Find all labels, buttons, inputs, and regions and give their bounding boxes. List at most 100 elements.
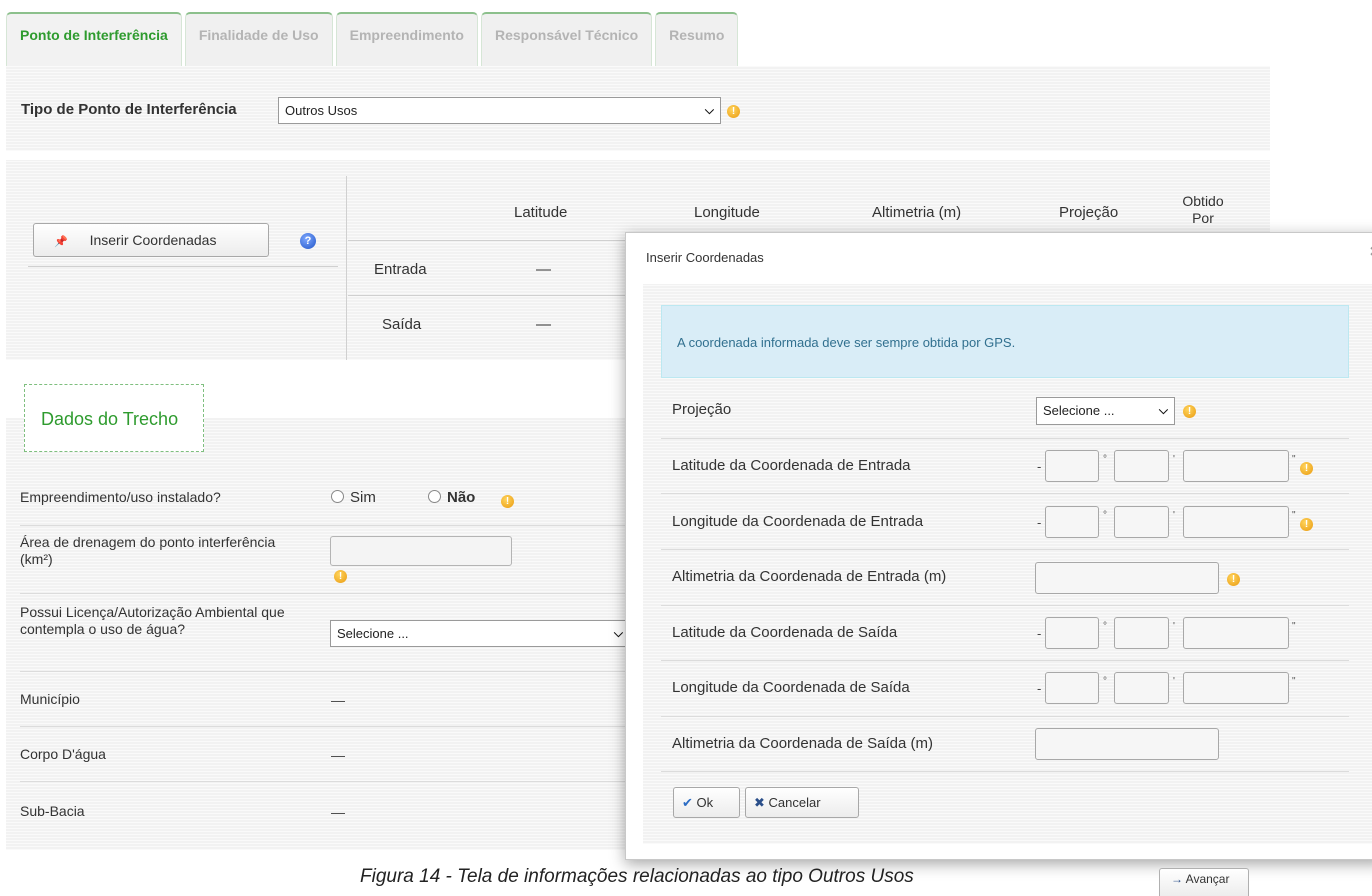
inserir-coordenadas-button[interactable]: 📌 Inserir Coordenadas [33,223,269,257]
second-symbol: " [1292,621,1296,632]
degree-symbol: ° [1103,676,1107,687]
minute-symbol: ' [1173,676,1175,687]
inserir-coordenadas-dialog: Inserir Coordenadas ✖ A coordenada infor… [625,232,1372,860]
divider [661,605,1349,606]
longitude-entrada-seconds[interactable] [1183,506,1289,538]
divider [661,438,1349,439]
latitude-entrada-minutes[interactable] [1114,450,1169,482]
tipo-ponto-panel: Tipo de Ponto de Interferência Outros Us… [6,66,1270,151]
chevron-down-icon: ⌵ [613,626,623,640]
tab-ponto-interferencia[interactable]: Ponto de Interferência [6,12,182,67]
inserir-coordenadas-label: Inserir Coordenadas [89,232,217,248]
degree-symbol: ° [1103,510,1107,521]
ok-label: Ok [696,795,714,810]
second-symbol: " [1292,676,1296,687]
x-icon: ✖ [754,795,765,810]
tab-finalidade-uso[interactable]: Finalidade de Uso [184,12,333,67]
help-icon[interactable]: ? [300,233,316,249]
longitude-saida-seconds[interactable] [1183,672,1289,704]
longitude-entrada-degrees[interactable] [1045,506,1099,538]
projecao-select[interactable]: Selecione ... ⌵ [1036,397,1175,425]
dados-trecho-title: Dados do Trecho [24,384,204,452]
minus-sign: - [1037,681,1042,696]
latitude-entrada-seconds[interactable] [1183,450,1289,482]
empreendimento-instalado-label: Empreendimento/uso instalado? [20,489,221,505]
minus-sign: - [1037,626,1042,641]
divider [661,771,1349,772]
divider [661,716,1349,717]
minute-symbol: ' [1173,454,1175,465]
licenca-value: Selecione ... [337,626,409,641]
latitude-entrada-degrees[interactable] [1045,450,1099,482]
gps-alert: A coordenada informada deve ser sempre o… [661,305,1349,378]
divider [20,781,640,782]
tipo-ponto-select[interactable]: Outros Usos ⌵ [278,97,721,124]
warning-icon: ! [1300,518,1313,531]
longitude-saida-degrees[interactable] [1045,672,1099,704]
warning-icon: ! [334,570,347,583]
divider [20,671,640,672]
header-longitude: Longitude [694,204,760,221]
municipio-value: — [331,692,345,708]
chevron-down-icon: ⌵ [1158,403,1168,417]
warning-icon: ! [1227,573,1240,586]
licenca-select[interactable]: Selecione ... ⌵ [330,620,630,647]
warning-icon: ! [1183,405,1196,418]
arrow-right-icon: → [1171,872,1183,886]
longitude-entrada-minutes[interactable] [1114,506,1169,538]
avancar-button[interactable]: → Avançar [1159,868,1249,896]
minus-sign: - [1037,515,1042,530]
header-obtido-por: Obtido Por [1182,193,1224,226]
altimetria-entrada-input[interactable] [1035,562,1219,594]
tab-resumo[interactable]: Resumo [655,12,739,67]
divider [20,726,640,727]
warning-icon: ! [1300,462,1313,475]
cancelar-button[interactable]: ✖ Cancelar [745,787,859,818]
licenca-label: Possui Licença/Autorização Ambiental que… [20,604,285,637]
row-saida-label: Saída [382,316,422,333]
altimetria-entrada-label: Altimetria da Coordenada de Entrada (m) [672,568,947,585]
tab-empreendimento[interactable]: Empreendimento [335,12,478,67]
longitude-saida-minutes[interactable] [1114,672,1169,704]
latitude-saida-degrees[interactable] [1045,617,1099,649]
row-entrada-label: Entrada [374,261,427,278]
avancar-label: Avançar [1185,872,1230,886]
chevron-down-icon: ⌵ [704,103,714,117]
divider [661,549,1349,550]
tipo-ponto-value: Outros Usos [285,103,358,118]
dialog-title: Inserir Coordenadas [646,250,764,265]
divider [346,176,347,360]
longitude-saida-label: Longitude da Coordenada de Saída [672,679,910,696]
tab-responsavel-tecnico[interactable]: Responsável Técnico [480,12,653,67]
divider [661,493,1349,494]
minute-symbol: ' [1173,621,1175,632]
latitude-saida-seconds[interactable] [1183,617,1289,649]
divider [20,525,640,526]
divider [661,660,1349,661]
pin-icon: 📌 [54,236,68,248]
latitude-saida-minutes[interactable] [1114,617,1169,649]
latitude-entrada-label: Latitude da Coordenada de Entrada [672,457,911,474]
sub-bacia-label: Sub-Bacia [20,803,85,819]
area-drenagem-input[interactable] [330,536,512,566]
radio-sim-label: Sim [350,489,376,506]
projecao-label: Projeção [672,401,732,418]
ok-button[interactable]: ✔ Ok [673,787,740,818]
corpo-dagua-label: Corpo D'água [20,746,106,762]
latitude-saida-label: Latitude da Coordenada de Saída [672,624,898,641]
municipio-label: Município [20,691,80,707]
altimetria-saida-input[interactable] [1035,728,1219,760]
degree-symbol: ° [1103,454,1107,465]
header-altimetria: Altimetria (m) [872,204,962,221]
radio-sim[interactable] [331,490,344,503]
tipo-ponto-label: Tipo de Ponto de Interferência [21,101,237,118]
corpo-dagua-value: — [331,747,345,763]
cancelar-label: Cancelar [768,795,821,810]
divider [20,593,640,594]
dialog-body: A coordenada informada deve ser sempre o… [643,284,1372,844]
sub-bacia-value: — [331,804,345,820]
radio-nao[interactable] [428,490,441,503]
warning-icon: ! [501,495,514,508]
area-drenagem-label: Área de drenagem do ponto interferência … [20,534,276,567]
divider [28,266,338,267]
